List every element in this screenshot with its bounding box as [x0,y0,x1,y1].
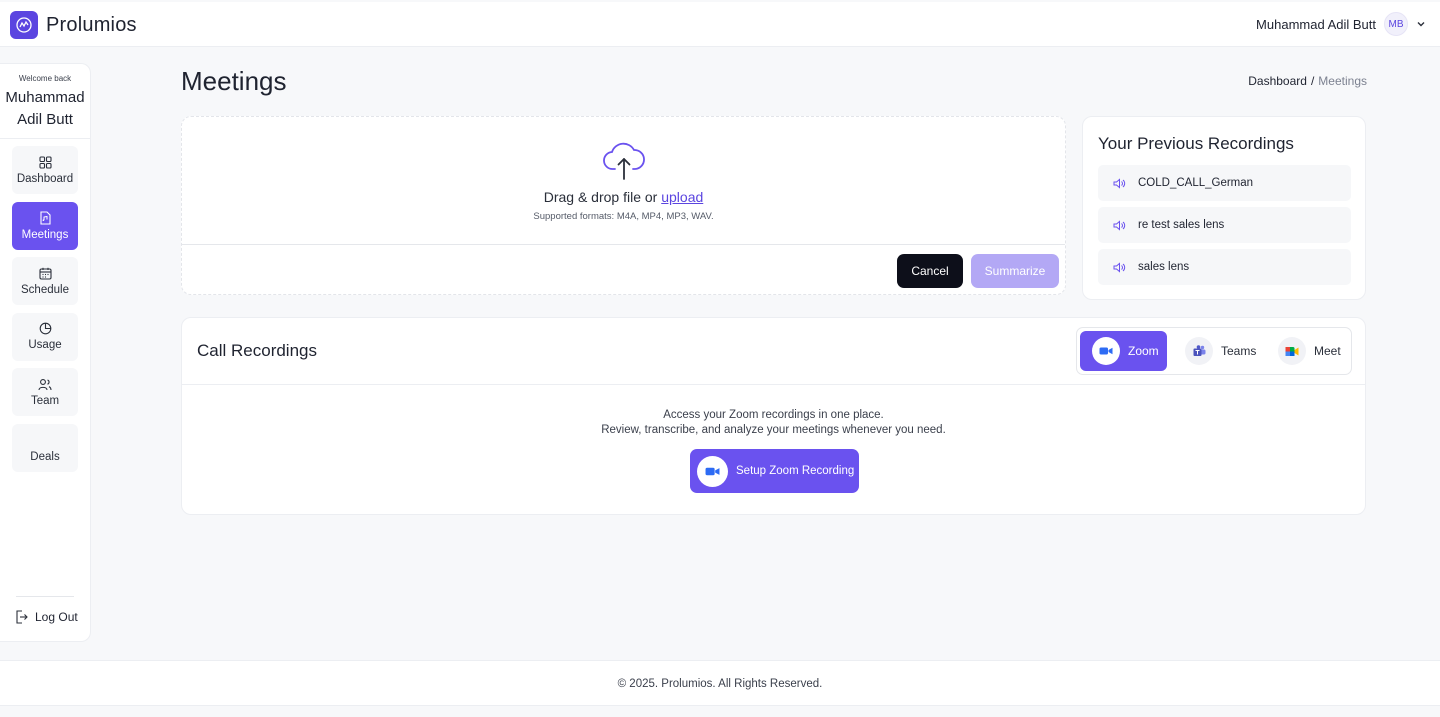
grid-icon [38,155,52,169]
sidebar-item-deals[interactable]: Deals [12,423,78,472]
chevron-down-icon[interactable] [1416,19,1426,29]
sidebar-nav: Dashboard Meetings Schedule Usage Team D… [12,146,78,480]
sidebar-item-schedule[interactable]: Schedule [12,257,78,306]
recording-name: re test sales lens [1138,219,1225,231]
avatar[interactable]: MB [1384,12,1408,36]
sidebar-item-label: Meetings [21,228,69,241]
tab-zoom[interactable]: Zoom [1080,331,1167,371]
zoom-camera-icon [1092,337,1120,365]
sidebar: Welcome back Muhammad Adil Butt Dashboar… [0,63,91,642]
brand[interactable]: Prolumios [10,11,137,39]
previous-recordings-card: Your Previous Recordings COLD_CALL_Germa… [1082,116,1366,300]
tab-teams[interactable]: Teams [1173,331,1259,371]
sidebar-item-dashboard[interactable]: Dashboard [12,146,78,194]
breadcrumb-separator: / [1310,74,1315,88]
copyright-text: © 2025. Prolumios. All Rights Reserved. [617,678,823,690]
sidebar-item-label: Schedule [21,283,69,296]
previous-recordings-list: COLD_CALL_German re test sales lens sale… [1098,165,1351,291]
sidebar-item-label: Usage [28,339,62,352]
description-line: Access your Zoom recordings in one place… [663,409,884,421]
google-meet-icon [1278,337,1306,365]
recording-name: sales lens [1138,261,1190,273]
breadcrumb-home[interactable]: Dashboard [1248,74,1307,88]
provider-tabs: Zoom Teams Meet [1076,327,1352,375]
user-menu[interactable]: Muhammad Adil Butt MB [1256,12,1426,36]
top-bar: Prolumios Muhammad Adil Butt MB [0,2,1440,47]
user-name: Muhammad Adil Butt [1256,16,1376,32]
sidebar-item-label: Deals [30,450,60,463]
calendar-icon [38,267,52,280]
setup-zoom-recording-button[interactable]: Setup Zoom Recording [690,449,859,493]
sidebar-item-usage[interactable]: Usage [12,312,78,361]
tab-label: Teams [1221,344,1257,358]
tab-meet[interactable]: Meet [1266,331,1348,371]
summarize-button[interactable]: Summarize [971,254,1059,288]
tab-label: Meet [1314,344,1341,358]
dropzone[interactable]: Drag & drop file or upload Supported for… [182,117,1065,245]
previous-recordings-title: Your Previous Recordings [1098,134,1294,153]
logout-button[interactable]: Log Out [15,610,78,624]
cloud-upload-icon [603,142,645,180]
zoom-camera-icon [697,455,728,487]
sidebar-item-label: Team [30,394,60,407]
recording-name: COLD_CALL_German [1138,177,1254,189]
list-item[interactable]: sales lens [1098,249,1351,285]
upload-instructions: Drag & drop file or upload [182,189,1065,205]
description-line: Review, transcribe, and analyze your mee… [601,424,946,436]
list-item[interactable]: COLD_CALL_German [1098,165,1351,201]
cancel-button[interactable]: Cancel [897,254,963,288]
welcome-block: Welcome back Muhammad Adil Butt [0,64,90,131]
setup-button-label: Setup Zoom Recording [736,465,855,477]
users-icon [38,378,52,391]
breadcrumb: Dashboard / Meetings [1248,74,1367,88]
welcome-text: Welcome back [18,74,72,83]
teams-icon [1185,337,1213,365]
pie-chart-icon [39,322,51,335]
page-title: Meetings [181,66,287,96]
upload-card: Drag & drop file or upload Supported for… [181,116,1066,295]
sidebar-bottom-divider [16,596,74,597]
sidebar-divider [0,138,90,139]
upload-link[interactable]: upload [661,189,703,205]
call-recordings-header: Call Recordings Zoom Teams Meet [182,318,1365,385]
sidebar-item-team[interactable]: Team [12,368,78,417]
call-recordings-card: Call Recordings Zoom Teams Meet Access y… [181,317,1366,515]
sidebar-item-label: Dashboard [16,172,74,185]
welcome-name-line1: Muhammad [5,89,85,106]
sidebar-item-meetings[interactable]: Meetings [12,201,78,250]
list-item[interactable]: re test sales lens [1098,207,1351,243]
breadcrumb-current: Meetings [1318,74,1367,88]
supported-formats: Supported formats: M4A, MP4, MP3, WAV. [533,211,714,222]
logout-label: Log Out [35,610,78,624]
brand-name: Prolumios [46,13,137,36]
upload-text: Drag & drop file or [543,189,658,205]
tab-label: Zoom [1128,344,1159,358]
speaker-icon [1113,177,1126,189]
logout-icon [16,610,28,624]
call-recordings-description: Access your Zoom recordings in one place… [182,408,1365,438]
file-audio-icon [39,211,51,225]
speaker-icon [1113,261,1126,273]
footer: © 2025. Prolumios. All Rights Reserved. [0,660,1440,706]
call-recordings-title: Call Recordings [197,341,317,360]
welcome-name-line2: Adil Butt [17,111,73,128]
brand-logo-icon [10,11,38,39]
speaker-icon [1113,219,1126,231]
